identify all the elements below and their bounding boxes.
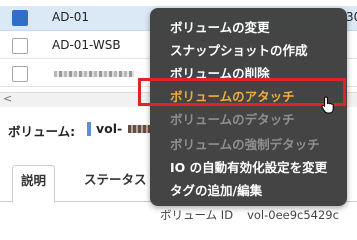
- scroll-left-icon[interactable]: <: [3, 92, 12, 105]
- row-checkbox[interactable]: [12, 38, 28, 54]
- redacted-name: [54, 71, 134, 77]
- volume-name-cell: AD-01: [52, 10, 90, 24]
- volume-color-marker: [87, 122, 91, 136]
- menu-item-modify-volume[interactable]: ボリュームの変更: [170, 17, 270, 36]
- annotation-highlight-box: [138, 78, 346, 106]
- volume-label: ボリューム:: [8, 124, 76, 139]
- detail-row: ボリューム ID vol-0ee9c5429c: [160, 207, 353, 223]
- menu-item-force-detach-volume: ボリュームの強制デタッチ: [170, 137, 320, 152]
- truncated-cell: 30: [346, 10, 357, 24]
- redacted-volume-id: [128, 125, 150, 133]
- menu-item-change-auto-enable-io[interactable]: IO の自動有効化設定を変更: [170, 157, 327, 176]
- hand-cursor-icon: [321, 96, 334, 114]
- volume-name-cell: AD-01-WSB: [52, 38, 121, 52]
- menu-item-add-edit-tags[interactable]: タグの追加/編集: [170, 180, 262, 199]
- row-checkbox[interactable]: [12, 66, 28, 82]
- row-checkbox[interactable]: [12, 10, 28, 26]
- menu-item-detach-volume: ボリュームのデタッチ: [170, 112, 295, 127]
- volume-id: vol-: [96, 121, 123, 136]
- menu-item-create-snapshot[interactable]: スナップショットの作成: [170, 40, 308, 59]
- tab-description[interactable]: 説明: [12, 165, 56, 203]
- context-menu: ボリュームの変更 スナップショットの作成 ボリュームの削除 ボリュームのアタッチ…: [150, 8, 347, 206]
- tab-status[interactable]: ステータス: [76, 165, 155, 201]
- volume-id-label: ボリューム ID: [160, 208, 234, 222]
- volume-id-value: vol-0ee9c5429c: [247, 208, 339, 222]
